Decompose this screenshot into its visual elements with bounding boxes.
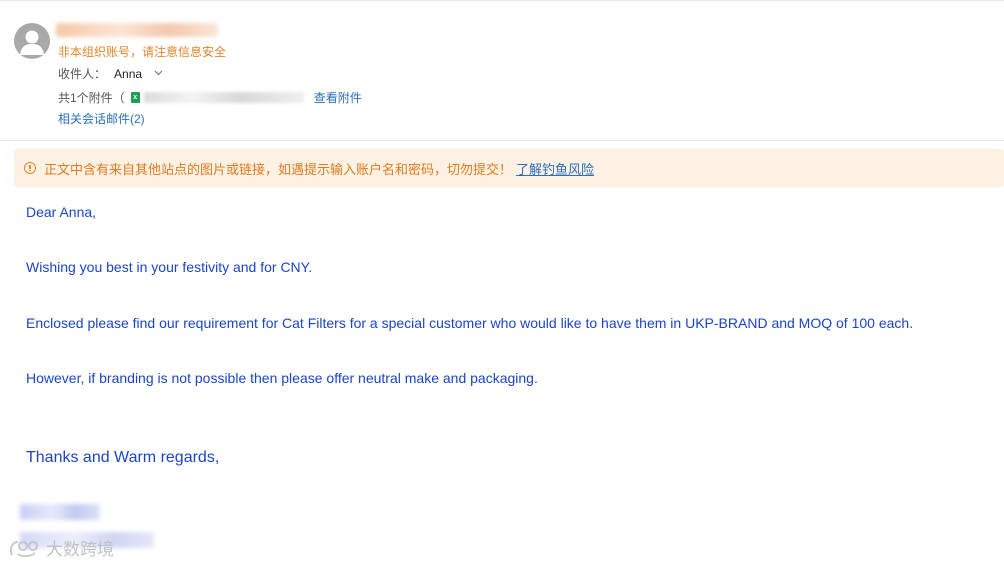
chevron-down-icon[interactable] — [154, 68, 163, 79]
phishing-warning-banner: 正文中含有来自其他站点的图片或链接，如遇提示输入账户名和密码，切勿提交！ 了解钓… — [14, 149, 1004, 187]
body-closing: Thanks and Warm regards, — [26, 449, 220, 466]
body-line-3: However, if branding is not possible the… — [26, 370, 538, 386]
warning-icon — [24, 162, 36, 174]
external-account-warning: 非本组织账号，请注意信息安全 — [58, 45, 227, 59]
body-greeting: Dear Anna, — [26, 204, 97, 220]
recipient-label: 收件人： — [58, 67, 107, 81]
user-icon — [20, 30, 44, 55]
mail-header: 非本组织账号，请注意信息安全 收件人： Anna 共1个附件（ x 查看附件 相… — [0, 0, 1004, 141]
signature-name-redacted — [20, 504, 100, 520]
body-line-2: Enclosed please find our requirement for… — [26, 315, 914, 331]
attachment-row: 共1个附件（ x 查看附件 — [58, 89, 362, 106]
sender-avatar[interactable] — [14, 23, 50, 59]
watermark-logo-icon — [9, 540, 38, 557]
watermark: 大数跨境 — [8, 535, 114, 560]
sender-name-redacted — [56, 23, 218, 37]
attachment-count: 共1个附件（ — [58, 91, 125, 105]
recipient-name[interactable]: Anna — [114, 67, 142, 81]
related-mails-link[interactable]: 相关会话邮件(2) — [58, 110, 145, 127]
header-divider — [0, 140, 1004, 141]
banner-text: 正文中含有来自其他站点的图片或链接，如遇提示输入账户名和密码，切勿提交！ — [44, 161, 513, 177]
attachment-filename-redacted[interactable] — [143, 92, 304, 103]
phishing-risk-link[interactable]: 了解钓鱼风险 — [516, 159, 594, 178]
view-attachment-link[interactable]: 查看附件 — [314, 89, 362, 106]
recipient-row: 收件人： Anna — [58, 65, 163, 82]
watermark-text: 大数跨境 — [46, 540, 114, 559]
excel-file-icon: x — [130, 92, 140, 103]
body-line-1: Wishing you best in your festivity and f… — [26, 259, 313, 275]
